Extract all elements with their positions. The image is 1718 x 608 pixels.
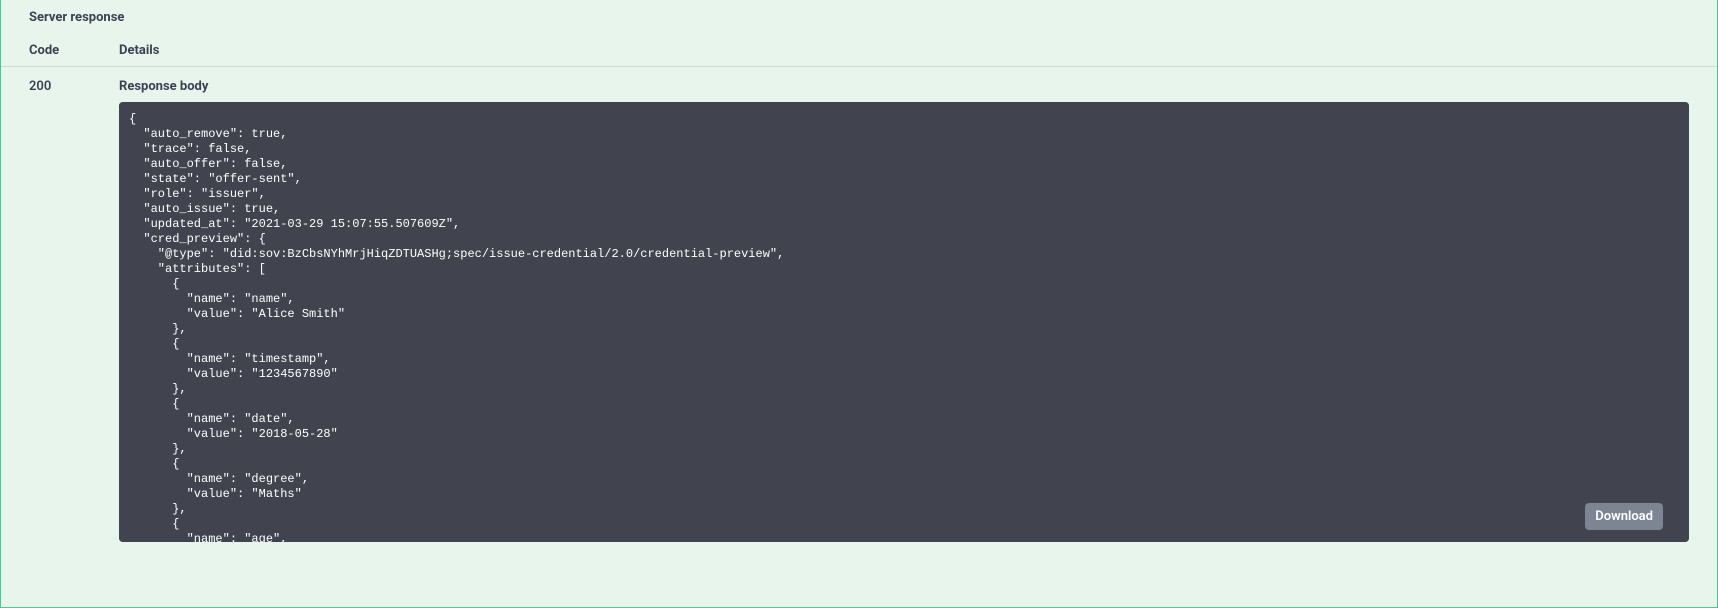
response-details: Response body { "auto_remove": true, "tr…	[119, 79, 1689, 542]
response-table-header: Code Details	[1, 43, 1717, 67]
server-response-panel: Server response Code Details 200 Respons…	[0, 0, 1718, 608]
section-title: Server response	[1, 0, 1717, 33]
column-header-details: Details	[119, 43, 159, 58]
download-button[interactable]: Download	[1585, 503, 1663, 530]
status-code: 200	[29, 79, 119, 542]
response-body-code[interactable]: { "auto_remove": true, "trace": false, "…	[119, 102, 1689, 542]
response-row: 200 Response body { "auto_remove": true,…	[1, 67, 1717, 542]
code-block-wrapper: { "auto_remove": true, "trace": false, "…	[119, 102, 1689, 542]
column-header-code: Code	[29, 43, 119, 58]
response-body-label: Response body	[119, 79, 1689, 94]
